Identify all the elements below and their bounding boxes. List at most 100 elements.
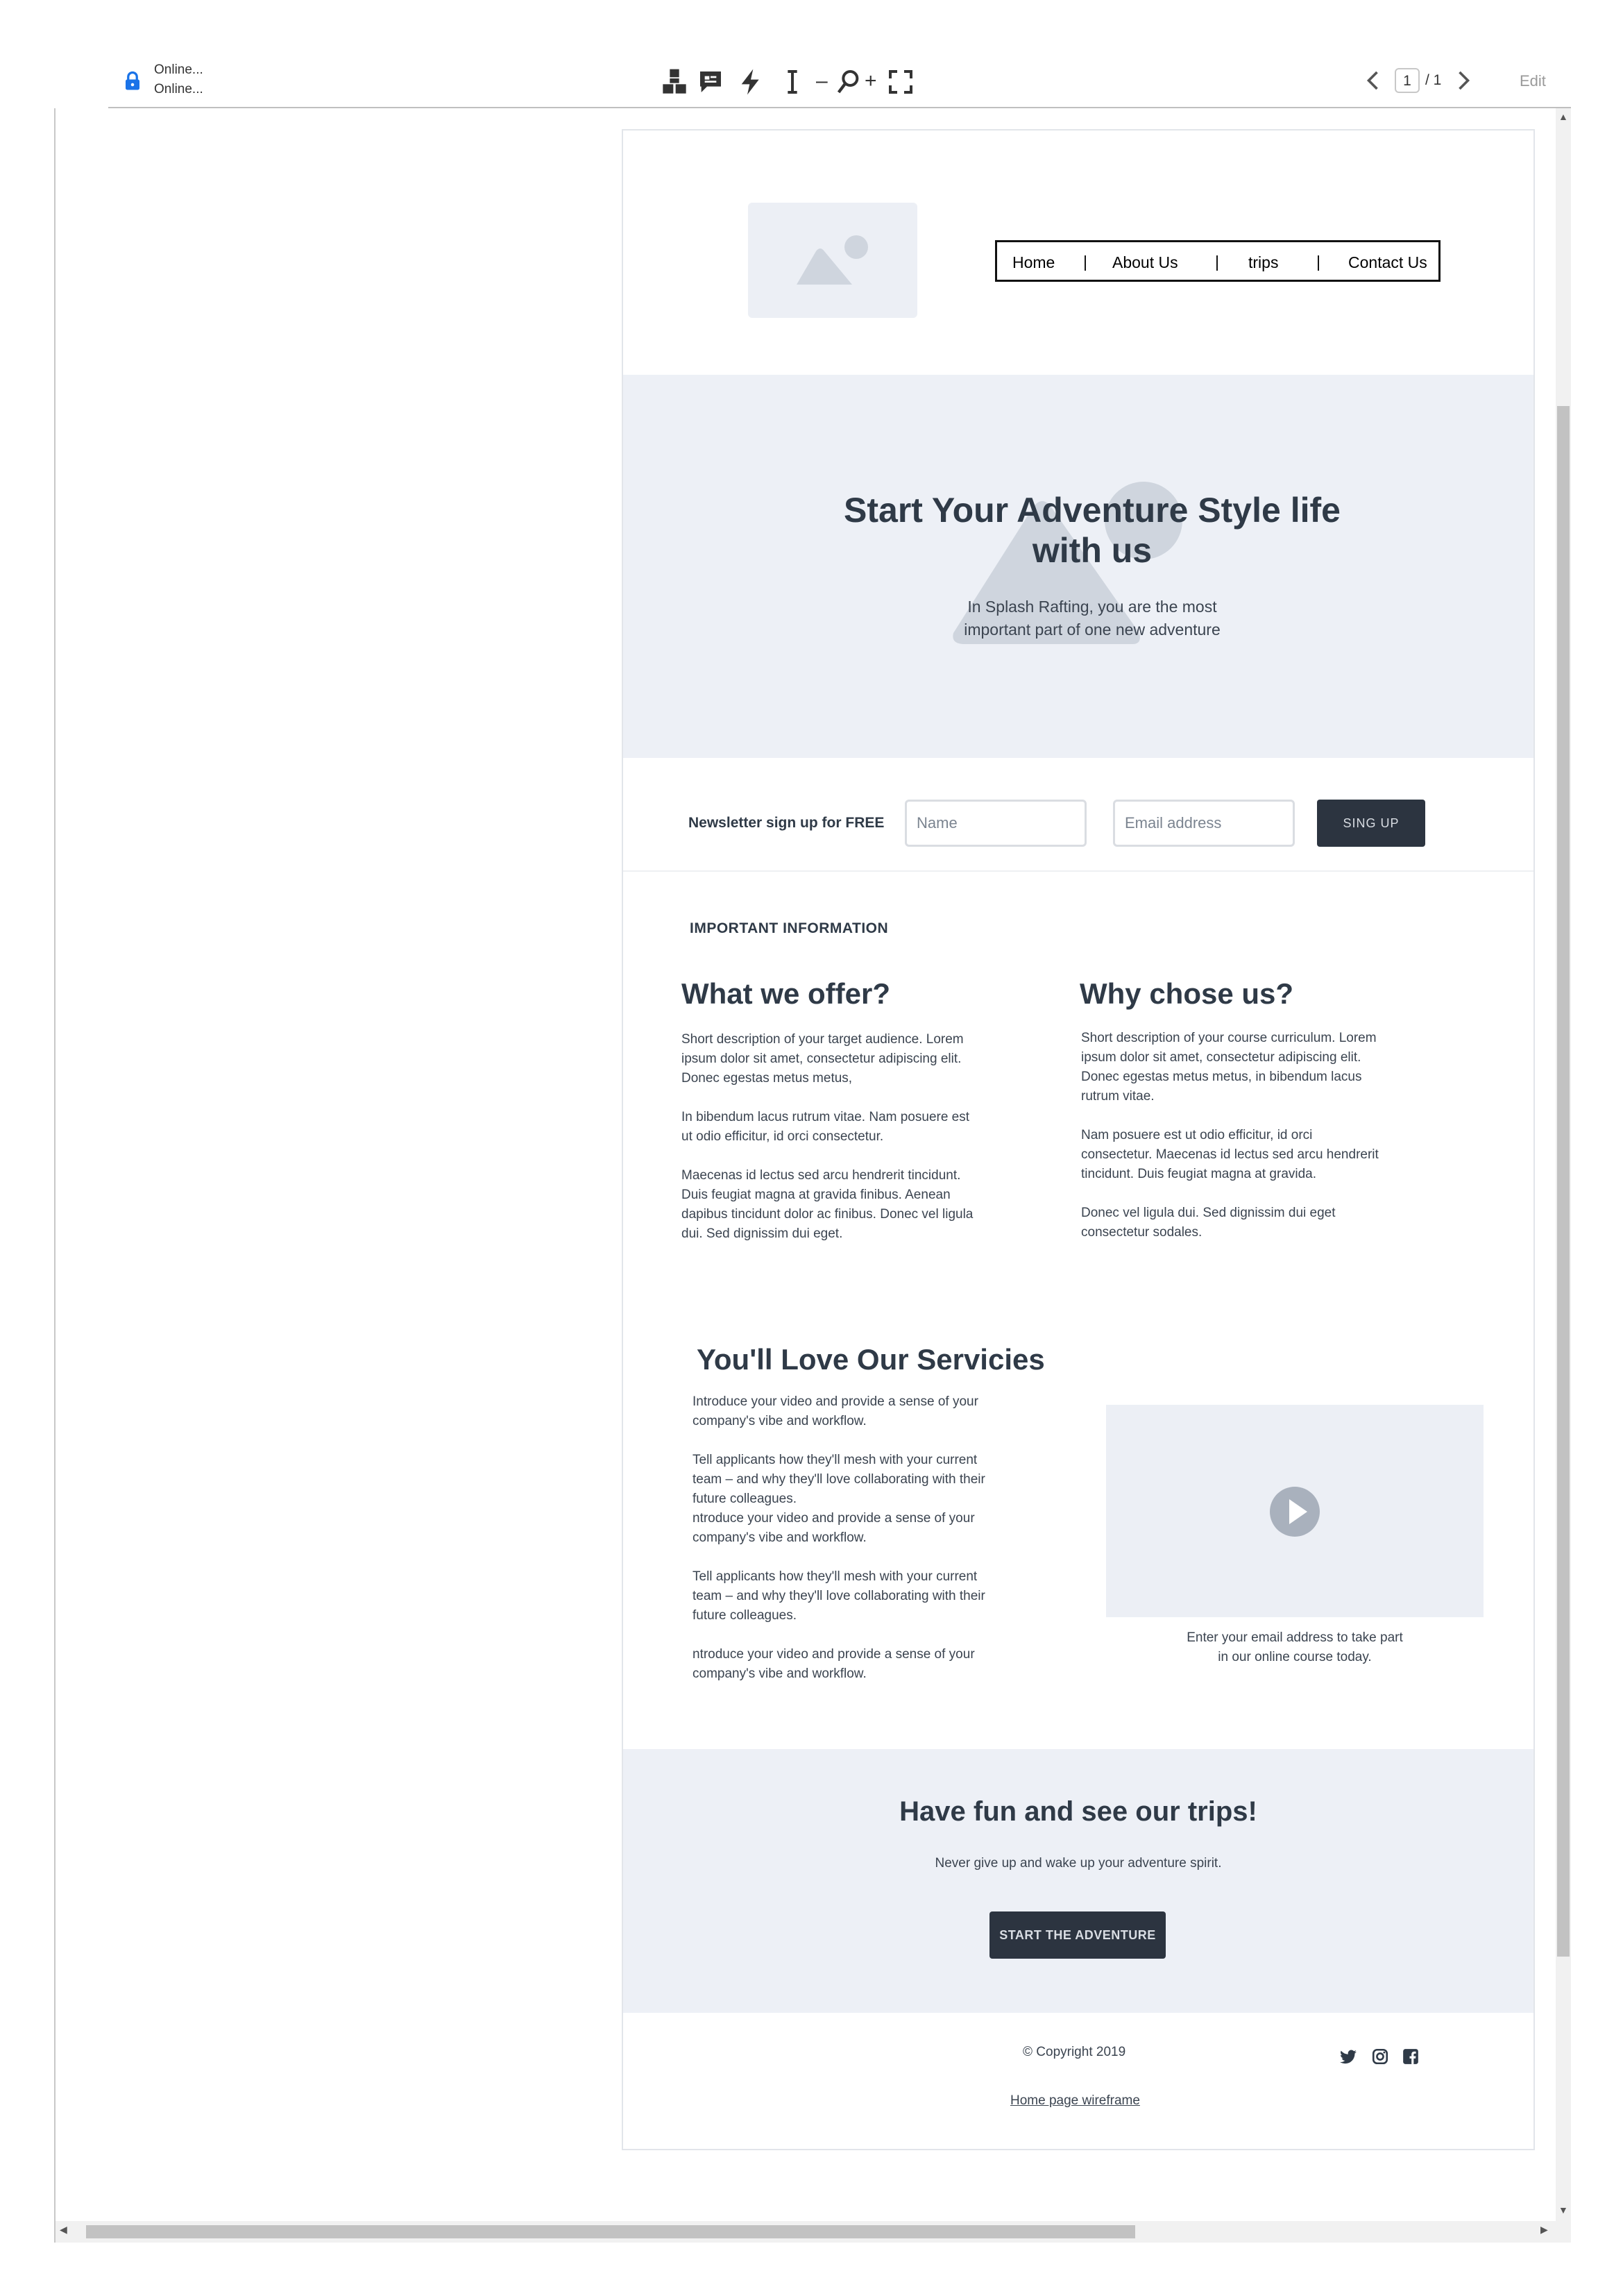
- newsletter-label: Newsletter sign up for FREE: [688, 815, 885, 831]
- fullscreen-icon[interactable]: [884, 65, 917, 99]
- page-total: / 1: [1425, 72, 1442, 88]
- text-line: Donec egestas metus metus, in bibendum l…: [1081, 1070, 1362, 1084]
- hero-title-line: with us: [1032, 531, 1153, 570]
- services-paragraph: Introduce your video and provide a sense…: [692, 1392, 1012, 1431]
- nav-contact-us[interactable]: Contact Us: [1348, 253, 1427, 272]
- lock-icon: [126, 71, 139, 90]
- scroll-up-arrow-icon[interactable]: ▲: [1558, 111, 1568, 122]
- cta-subtitle: Never give up and wake up your adventure…: [935, 1856, 1222, 1871]
- text-line: team – and why they'll love collaboratin…: [692, 1472, 985, 1487]
- page-number-input[interactable]: 1: [1395, 68, 1420, 93]
- text-line: future colleagues.: [692, 1492, 797, 1506]
- text-line: in our online course today.: [1218, 1650, 1372, 1664]
- hero-subtitle-line: In Splash Rafting, you are the most: [967, 598, 1217, 616]
- text-line: Tell applicants how they'll mesh with yo…: [692, 1569, 978, 1584]
- chevron-left-icon[interactable]: [1361, 68, 1386, 93]
- text-line: ntroduce your video and provide a sense …: [692, 1647, 975, 1662]
- hero-title-line: Start Your Adventure Style life: [844, 491, 1341, 530]
- name-field[interactable]: Name: [905, 800, 1087, 847]
- why-chose-us-heading: Why chose us?: [1080, 977, 1294, 1010]
- services-paragraph: Tell applicants how they'll mesh with yo…: [692, 1451, 1012, 1548]
- comment-icon[interactable]: [694, 65, 727, 99]
- instagram-icon[interactable]: [1371, 2048, 1389, 2066]
- text-line: ipsum dolor sit amet, consectetur adipis…: [681, 1052, 962, 1066]
- hero-subtitle-line: important part of one new adventure: [964, 621, 1221, 639]
- text-line: dui. Sed dignissim dui eget.: [681, 1226, 843, 1241]
- text-line: tincidunt. Duis feugiat magna at gravida…: [1081, 1167, 1317, 1181]
- text-line: Donec egestas metus metus,: [681, 1071, 853, 1086]
- important-info-label: IMPORTANT INFORMATION: [690, 920, 889, 936]
- start-adventure-button[interactable]: START THE ADVENTURE: [989, 1911, 1166, 1959]
- text-line: company's vibe and workflow.: [692, 1666, 867, 1681]
- text-line: consectetur sodales.: [1081, 1225, 1203, 1240]
- text-line: Tell applicants how they'll mesh with yo…: [692, 1453, 978, 1467]
- offer-paragraph: Maecenas id lectus sed arcu hendrerit ti…: [681, 1166, 1001, 1244]
- viewport-left-border: [54, 108, 56, 2243]
- why-paragraph: Nam posuere est ut odio efficitur, id or…: [1081, 1126, 1400, 1184]
- main-nav: Home | About Us | trips | Contact Us: [995, 240, 1441, 282]
- services-paragraph: ntroduce your video and provide a sense …: [692, 1645, 1012, 1684]
- offer-paragraph: Short description of your target audienc…: [681, 1030, 1001, 1088]
- status-line-1: Online...: [154, 62, 203, 77]
- facebook-icon[interactable]: [1402, 2048, 1420, 2066]
- hero-title: Start Your Adventure Style life with us: [777, 490, 1407, 571]
- text-line: team – and why they'll love collaboratin…: [692, 1589, 985, 1603]
- signup-button[interactable]: SING UP: [1317, 800, 1425, 847]
- image-placeholder-icon: [797, 235, 868, 285]
- text-cursor-icon[interactable]: [776, 65, 809, 99]
- text-line: company's vibe and workflow.: [692, 1414, 867, 1428]
- why-paragraph: Donec vel ligula dui. Sed dignissim dui …: [1081, 1204, 1400, 1242]
- email-field[interactable]: Email address: [1113, 800, 1295, 847]
- edit-button[interactable]: Edit: [1520, 72, 1546, 90]
- scroll-right-arrow-icon[interactable]: ▶: [1540, 2224, 1548, 2236]
- home-page-wireframe-link[interactable]: Home page wireframe: [1010, 2093, 1140, 2109]
- chevron-right-icon[interactable]: [1450, 68, 1475, 93]
- text-line: Maecenas id lectus sed arcu hendrerit ti…: [681, 1168, 961, 1183]
- nav-separator: |: [1215, 253, 1219, 271]
- scroll-down-arrow-icon[interactable]: ▼: [1558, 2204, 1568, 2215]
- zoom-icon[interactable]: [831, 65, 865, 99]
- text-line: Duis feugiat magna at gravida finibus. A…: [681, 1188, 951, 1202]
- zoom-in-button[interactable]: +: [865, 69, 877, 93]
- section-divider: [623, 870, 1533, 872]
- text-line: ipsum dolor sit amet, consectetur adipis…: [1081, 1050, 1361, 1065]
- text-line: ntroduce your video and provide a sense …: [692, 1511, 975, 1526]
- logo-placeholder: [748, 203, 917, 318]
- lightning-icon[interactable]: [734, 65, 767, 99]
- services-paragraph: Tell applicants how they'll mesh with yo…: [692, 1567, 1012, 1626]
- toolbar-divider: [108, 107, 1571, 108]
- text-line: company's vibe and workflow.: [692, 1530, 867, 1545]
- nav-separator: |: [1316, 253, 1320, 271]
- components-icon[interactable]: [658, 65, 691, 99]
- hero-subtitle: In Splash Rafting, you are the most impo…: [819, 596, 1366, 641]
- vertical-scroll-thumb[interactable]: [1557, 406, 1570, 1957]
- services-heading: You'll Love Our Servicies: [697, 1343, 1045, 1376]
- status-line-2: Online...: [154, 82, 203, 96]
- text-line: In bibendum lacus rutrum vitae. Nam posu…: [681, 1110, 970, 1124]
- copyright-text: © Copyright 2019: [1023, 2045, 1126, 2059]
- text-line: ut odio efficitur, id orci consectetur.: [681, 1129, 884, 1144]
- text-line: rutrum vitae.: [1081, 1089, 1155, 1104]
- text-line: future colleagues.: [692, 1608, 797, 1623]
- nav-about-us[interactable]: About Us: [1112, 253, 1178, 272]
- text-line: Donec vel ligula dui. Sed dignissim dui …: [1081, 1206, 1336, 1220]
- scroll-left-arrow-icon[interactable]: ◀: [60, 2224, 67, 2236]
- why-paragraph: Short description of your course curricu…: [1081, 1029, 1400, 1106]
- twitter-icon[interactable]: [1339, 2048, 1357, 2066]
- text-line: Introduce your video and provide a sense…: [692, 1394, 978, 1409]
- play-icon: [1289, 1499, 1307, 1524]
- text-line: Enter your email address to take part: [1187, 1630, 1403, 1645]
- offer-paragraph: In bibendum lacus rutrum vitae. Nam posu…: [681, 1108, 1001, 1147]
- text-line: dapibus tincidunt dolor ac finibus. Done…: [681, 1207, 974, 1222]
- cta-section: [623, 1749, 1533, 2013]
- horizontal-scroll-thumb[interactable]: [86, 2225, 1135, 2238]
- text-line: Nam posuere est ut odio efficitur, id or…: [1081, 1128, 1313, 1142]
- cta-title: Have fun and see our trips!: [899, 1796, 1257, 1827]
- text-line: Short description of your target audienc…: [681, 1032, 964, 1047]
- nav-home[interactable]: Home: [1012, 253, 1055, 272]
- zoom-out-button[interactable]: –: [816, 69, 828, 93]
- nav-trips[interactable]: trips: [1248, 253, 1278, 272]
- video-caption: Enter your email address to take part in…: [1138, 1628, 1452, 1667]
- what-we-offer-heading: What we offer?: [681, 977, 890, 1010]
- text-line: consectetur. Maecenas id lectus sed arcu…: [1081, 1147, 1379, 1162]
